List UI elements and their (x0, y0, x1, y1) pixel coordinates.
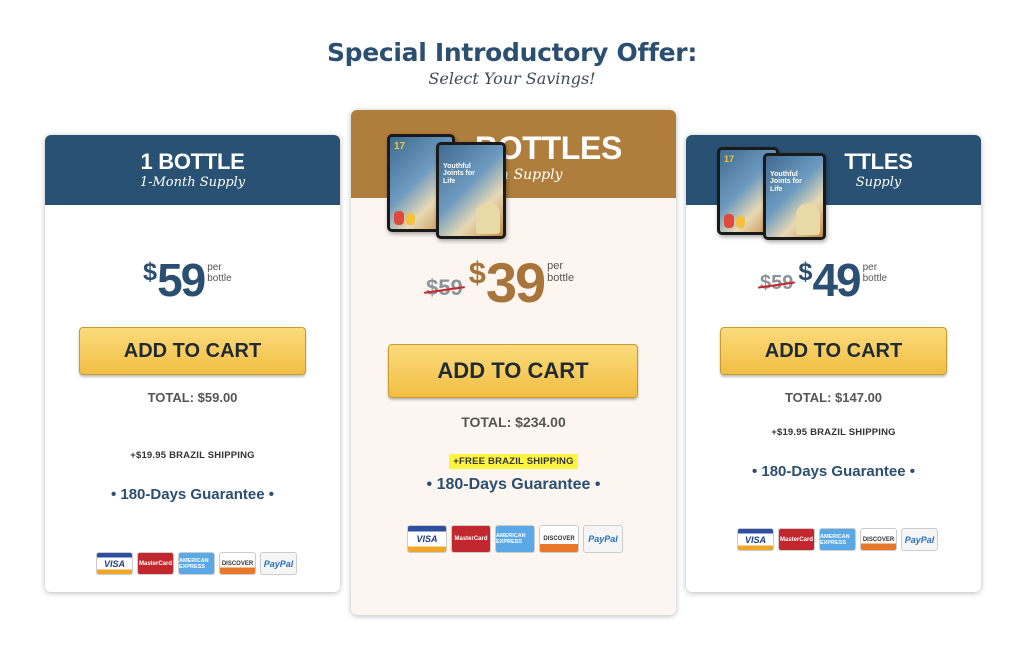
mastercard-icon: MasterCard (451, 525, 491, 553)
amex-icon: AMERICAN EXPRESS (178, 552, 215, 575)
shipping-info: +$19.95 BRAZIL SHIPPING (130, 450, 255, 461)
total-price: TOTAL: $147.00 (784, 390, 883, 405)
payment-methods: VISA MasterCard AMERICAN EXPRESS DISCOVE… (96, 552, 297, 575)
amex-icon: AMERICAN EXPRESS (819, 528, 856, 551)
guarantee-text: • 180-Days Guarantee • (751, 463, 916, 480)
add-to-cart-button[interactable]: ADD TO CART (388, 344, 638, 398)
add-to-cart-button[interactable]: ADD TO CART (79, 327, 306, 375)
discover-icon: DISCOVER (539, 525, 579, 553)
page-subtitle: Select Your Savings! (428, 69, 596, 88)
add-to-cart-button[interactable]: ADD TO CART (720, 327, 947, 375)
price-row: $59 $49 per bottle (760, 257, 887, 303)
guarantee-text: • 180-Days Guarantee • (110, 486, 275, 503)
per-bottle-label: per bottle (862, 262, 888, 284)
payment-methods: VISA MasterCard AMERICAN EXPRESS DISCOVE… (737, 528, 938, 551)
shipping-info: +FREE BRAZIL SHIPPING (351, 454, 676, 469)
paypal-icon: PayPal (901, 528, 938, 551)
price-row: $59 per bottle (143, 257, 232, 303)
card-header: 1 BOTTLE 1-Month Supply (45, 135, 340, 205)
ebook-tablet-image: Youthful Joints for Life (763, 153, 826, 240)
package-card-3: TTLES Supply 17 Youthful Joints for Life… (686, 135, 981, 592)
card-subtitle: 1-Month Supply (139, 175, 246, 190)
paypal-icon: PayPal (583, 525, 623, 553)
paypal-icon: PayPal (260, 552, 297, 575)
package-card-featured: BOTTLES th Supply 17 Youthful Joints for… (351, 110, 676, 615)
visa-icon: VISA (96, 552, 133, 575)
package-card-1-bottle: 1 BOTTLE 1-Month Supply $59 per bottle AD… (45, 135, 340, 592)
per-bottle-label: per bottle (207, 262, 232, 284)
mastercard-icon: MasterCard (778, 528, 815, 551)
old-price: $59 (426, 275, 463, 300)
current-price: $39 (468, 251, 546, 314)
discover-icon: DISCOVER (860, 528, 897, 551)
ebook-tablet-image: Youthful Joints for Life (436, 142, 506, 239)
payment-methods: VISA MasterCard AMERICAN EXPRESS DISCOVE… (407, 525, 623, 553)
shipping-info: +$19.95 BRAZIL SHIPPING (771, 427, 896, 438)
card-title: 1 BOTTLE (140, 149, 245, 174)
discover-icon: DISCOVER (219, 552, 256, 575)
visa-icon: VISA (737, 528, 774, 551)
current-price: $59 (143, 254, 206, 306)
total-price: TOTAL: $234.00 (461, 414, 566, 430)
mastercard-icon: MasterCard (137, 552, 174, 575)
old-price: $59 (760, 272, 794, 294)
offer-heading: Special Introductory Offer: Select Your … (0, 38, 1024, 88)
current-price: $49 (798, 254, 861, 306)
visa-icon: VISA (407, 525, 447, 553)
page-title: Special Introductory Offer: (326, 38, 698, 67)
per-bottle-label: per bottle (547, 260, 575, 284)
amex-icon: AMERICAN EXPRESS (495, 525, 535, 553)
total-price: TOTAL: $59.00 (147, 390, 238, 405)
guarantee-text: • 180-Days Guarantee • (426, 476, 601, 493)
price-row: $59 $39 per bottle (426, 255, 574, 311)
